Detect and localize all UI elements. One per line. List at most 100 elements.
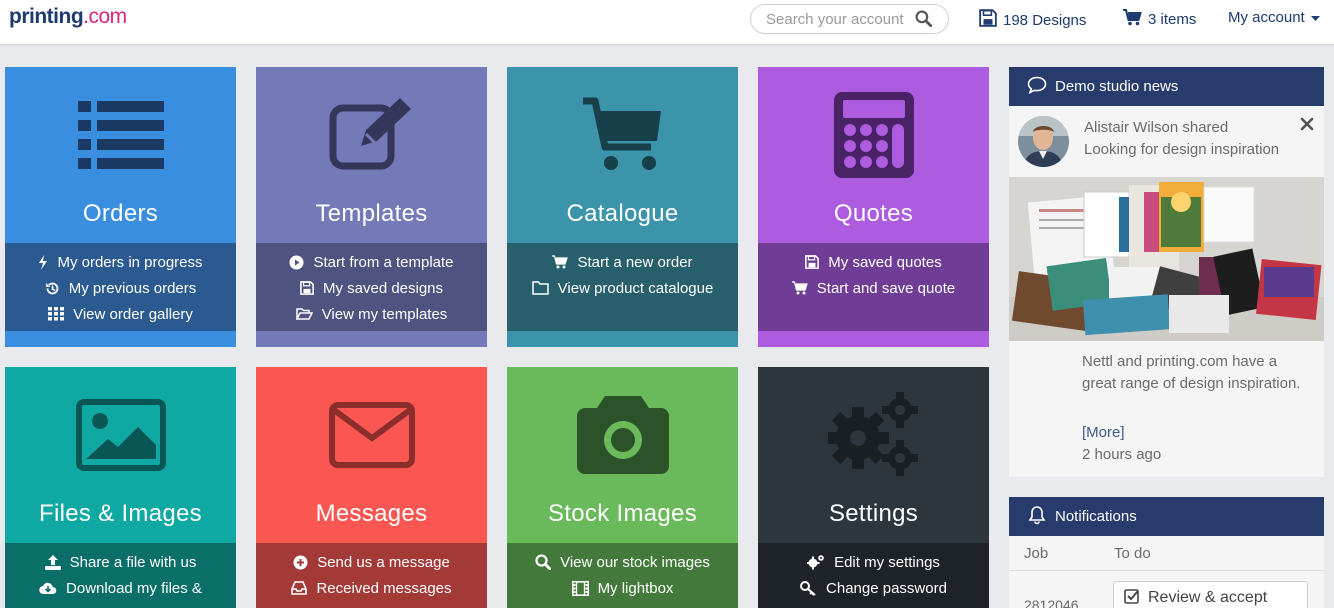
news-body: Nettl and printing.com have a great rang… (1082, 353, 1301, 392)
tile-link-label: Share a file with us (69, 553, 197, 571)
logo[interactable]: printing.com (9, 5, 127, 29)
tile-stock-images[interactable]: Stock Images View our stock images My ligh… (507, 367, 738, 608)
col-todo: To do (1114, 545, 1151, 562)
tile-title[interactable]: Stock Images (507, 500, 738, 528)
tile-title[interactable]: Messages (256, 500, 487, 528)
account-menu[interactable]: My account (1228, 9, 1320, 26)
caret-down-icon (1310, 9, 1320, 26)
tile-link[interactable]: View my templates (256, 301, 487, 327)
account-label: My account (1228, 9, 1305, 26)
tile-link[interactable]: My previous orders (5, 275, 236, 301)
tile-link-label: My saved designs (322, 279, 444, 297)
tile-link[interactable]: Start from a template (256, 249, 487, 275)
tile-link-label: Change password (826, 579, 947, 597)
tile-quotes[interactable]: Quotes My saved quotes Start and save quot… (758, 67, 989, 347)
designs-count: 198 Designs (1003, 11, 1087, 29)
job-number[interactable]: 2812046 (1024, 597, 1079, 608)
cogs-icon (758, 385, 989, 485)
news-headline[interactable]: Looking for design inspiration (1084, 139, 1279, 161)
cogs-icon (807, 554, 825, 570)
search-icon (535, 554, 552, 570)
comment-icon (1027, 76, 1047, 98)
tile-link[interactable]: My saved quotes (758, 249, 989, 275)
key-icon (800, 580, 817, 596)
tile-files-images[interactable]: Files & Images Share a file with us Downlo… (5, 367, 236, 608)
tile-link[interactable]: My orders in progress (5, 249, 236, 275)
close-icon[interactable] (1300, 117, 1314, 136)
tile-link-label: View my templates (321, 305, 448, 323)
tile-link-label: Received messages (316, 579, 452, 597)
tile-link[interactable]: View order gallery (5, 301, 236, 327)
notifications-panel: Notifications Job To do 2812046 Review &… (1009, 497, 1324, 608)
tile-title[interactable]: Files & Images (5, 500, 236, 528)
review-accept-button[interactable]: Review & accept (1113, 581, 1308, 608)
tile-links: View our stock images My lightbox (507, 543, 738, 608)
top-bar: printing.com 198 Designs 3 items My acco… (0, 0, 1334, 45)
tile-link[interactable]: My saved designs (256, 275, 487, 301)
tile-link-label: Start a new order (577, 253, 693, 271)
tile-settings[interactable]: Settings Edit my settings Change password (758, 367, 989, 608)
tile-link[interactable]: View product catalogue (507, 275, 738, 301)
search-icon[interactable] (915, 10, 933, 32)
list-icon (5, 85, 236, 185)
logo-text: printing (9, 5, 84, 28)
avatar[interactable] (1018, 116, 1069, 167)
tile-title[interactable]: Templates (256, 200, 487, 228)
tile-links: My saved quotes Start and save quote (758, 243, 989, 331)
tile-catalogue[interactable]: Catalogue Start a new order View product c… (507, 67, 738, 347)
tile-link-label: Download my files & (66, 579, 202, 597)
tile-messages[interactable]: Messages Send us a message Received messag… (256, 367, 487, 608)
tile-link-label: View our stock images (560, 553, 710, 571)
inbox-icon (291, 581, 308, 595)
tile-links: Share a file with us Download my files & (5, 543, 236, 608)
bell-icon (1027, 505, 1047, 529)
tile-links: Start a new order View product catalogue (507, 243, 738, 331)
tile-title[interactable]: Orders (5, 200, 236, 228)
tile-links: My orders in progress My previous orders V… (5, 243, 236, 331)
tile-link[interactable]: Share a file with us (5, 549, 236, 575)
tile-templates[interactable]: Templates Start from a template My saved d… (256, 67, 487, 347)
news-image[interactable] (1009, 177, 1324, 341)
tile-title[interactable]: Catalogue (507, 200, 738, 228)
cart-icon (1123, 9, 1142, 30)
designs-link[interactable]: 198 Designs (979, 9, 1086, 31)
tile-link[interactable]: My lightbox (507, 575, 738, 601)
image-icon (5, 385, 236, 485)
check-square-icon (1124, 588, 1140, 608)
search-box (750, 4, 949, 34)
cart-count: 3 items (1148, 11, 1197, 28)
tile-links: Send us a message Received messages (256, 543, 487, 608)
tile-link[interactable]: Change password (758, 575, 989, 601)
cart-link[interactable]: 3 items (1123, 9, 1196, 30)
tile-link-label: View order gallery (73, 305, 193, 323)
tile-link-label: Start and save quote (816, 279, 956, 297)
folder-icon (531, 281, 549, 295)
save-icon (805, 255, 820, 269)
tile-link-label: My previous orders (68, 279, 197, 297)
notifications-header: Notifications (1009, 497, 1324, 536)
upload-icon (44, 554, 61, 570)
tile-title[interactable]: Quotes (758, 200, 989, 228)
tile-orders[interactable]: Orders My orders in progress My previous o… (5, 67, 236, 347)
search-input[interactable] (766, 10, 912, 28)
tile-links: Edit my settings Change password (758, 543, 989, 608)
tile-link-label: View product catalogue (557, 279, 714, 297)
plus-circle-icon (293, 555, 308, 570)
news-author: Alistair Wilson shared (1084, 119, 1229, 136)
tile-link-label: Edit my settings (834, 553, 940, 571)
tile-links: Start from a template My saved designs Vie… (256, 243, 487, 331)
tile-link[interactable]: Start a new order (507, 249, 738, 275)
save-icon (300, 281, 314, 295)
tile-link[interactable]: Send us a message (256, 549, 487, 575)
tile-link[interactable]: View our stock images (507, 549, 738, 575)
tile-link-label: Start from a template (313, 253, 454, 271)
edit-icon (256, 85, 487, 185)
news-more-link[interactable]: [More] (1082, 423, 1125, 443)
tile-link-label: My lightbox (597, 579, 674, 597)
tile-title[interactable]: Settings (758, 500, 989, 528)
tile-link[interactable]: Received messages (256, 575, 487, 601)
tile-link[interactable]: Download my files & (5, 575, 236, 601)
cloud-download-icon (39, 581, 57, 595)
tile-link[interactable]: Edit my settings (758, 549, 989, 575)
tile-link[interactable]: Start and save quote (758, 275, 989, 301)
